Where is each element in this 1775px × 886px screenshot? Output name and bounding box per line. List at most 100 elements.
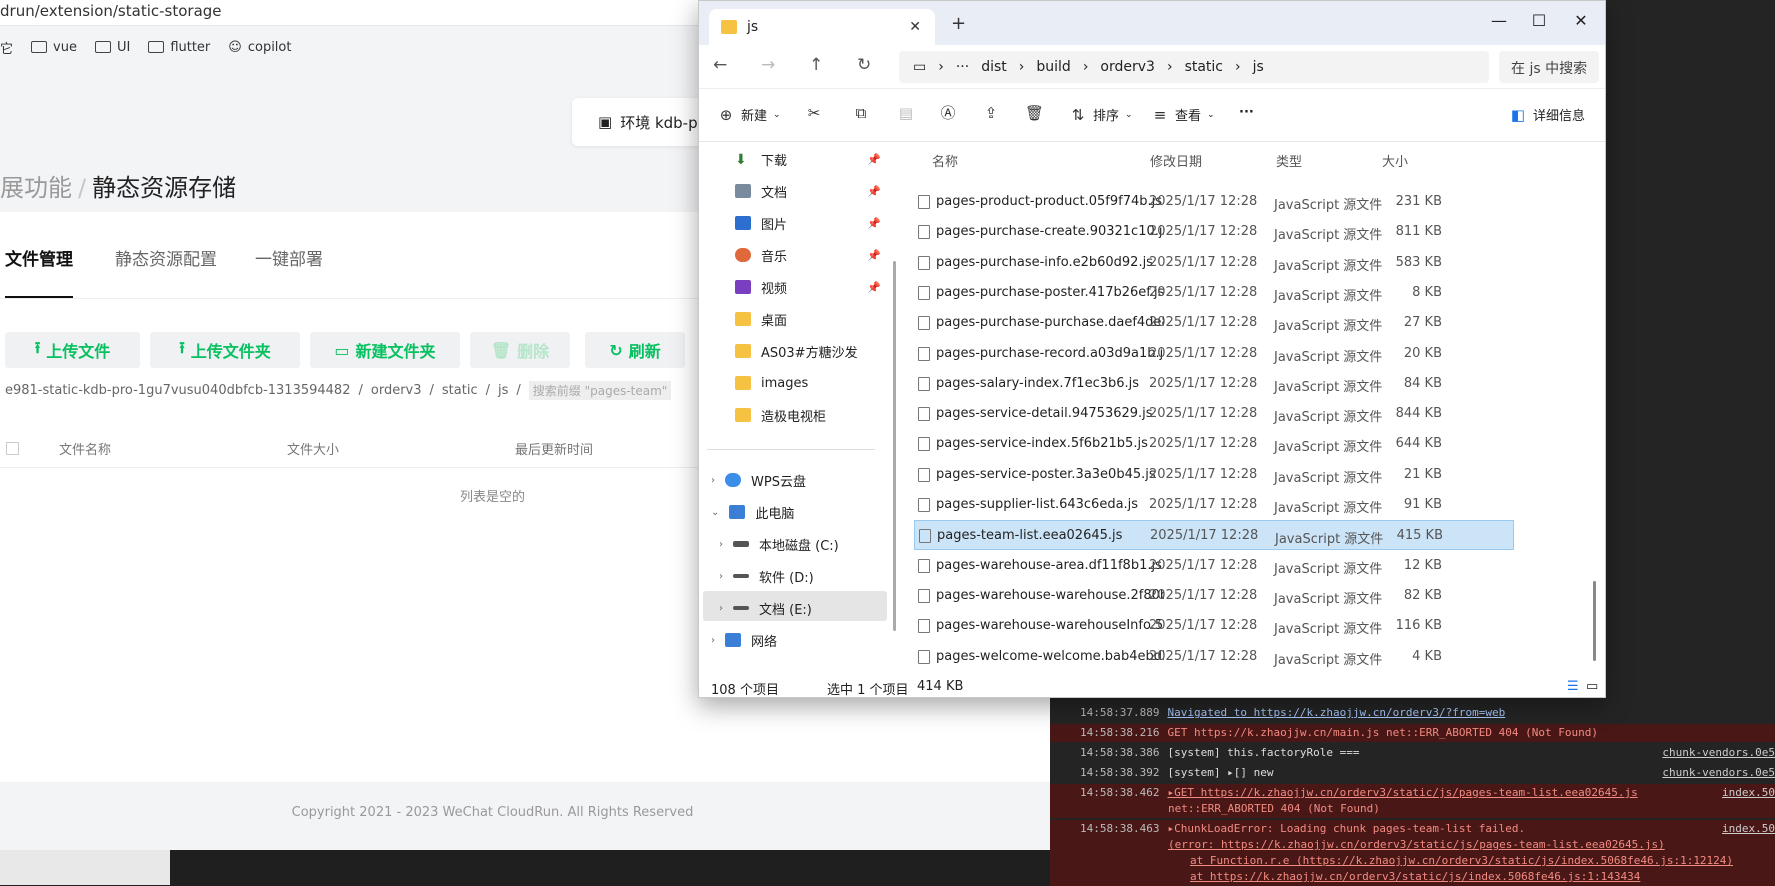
refresh-button[interactable]: ↻ 刷新 xyxy=(585,332,685,368)
new-button[interactable]: ⊕ 新建 ⌄ xyxy=(717,105,781,125)
upload-folder-button[interactable]: ⭱ 上传文件夹 xyxy=(150,332,300,368)
js-file-icon xyxy=(918,225,930,240)
nav-item-wps-cloud[interactable]: › WPS云盘 xyxy=(711,466,806,494)
back-icon[interactable]: ← xyxy=(713,55,727,75)
nav-item-documents[interactable]: 文档 📌 xyxy=(735,177,881,205)
view-button[interactable]: ≡ 查看 ⌄ xyxy=(1151,105,1215,125)
forward-icon[interactable]: → xyxy=(761,55,775,75)
prefix-search-input[interactable]: 搜索前缀 "pages-team" xyxy=(528,381,672,400)
download-icon: ⬇ xyxy=(735,152,747,168)
nav-item-this-pc[interactable]: ⌄ 此电脑 xyxy=(711,498,794,526)
tab-static-config[interactable]: 静态资源配置 xyxy=(115,245,217,270)
nav-item-music[interactable]: 音乐 📌 xyxy=(735,241,881,269)
file-row[interactable]: pages-purchase-record.a03d9a1b.js 2025/1/… xyxy=(914,339,1514,369)
file-row[interactable]: pages-product-product.05f9f74b.js 2025/1/… xyxy=(914,187,1514,217)
column-name[interactable]: 名称 xyxy=(932,151,958,170)
file-row[interactable]: pages-welcome-welcome.bab4ebd5.js 2025/1/… xyxy=(914,642,1514,672)
delete-button[interactable]: 🗑 删除 xyxy=(470,332,570,368)
maximize-button[interactable]: ☐ xyxy=(1519,7,1559,33)
crumb-build[interactable]: build xyxy=(1036,59,1070,75)
nav-item-drive-c[interactable]: › 本地磁盘 (C:) xyxy=(719,530,839,558)
rename-icon[interactable]: Ⓐ xyxy=(939,105,957,121)
details-view-icon[interactable]: ☰ xyxy=(1567,679,1579,694)
file-row[interactable]: pages-team-list.eea02645.js 2025/1/17 12:… xyxy=(914,520,1514,551)
path-orderv3[interactable]: orderv3 xyxy=(371,383,422,398)
bookmark-flutter[interactable]: flutter xyxy=(148,40,210,55)
file-row[interactable]: pages-warehouse-warehouseInfo.53... 2025/… xyxy=(914,611,1514,641)
select-all-checkbox[interactable] xyxy=(6,442,19,455)
file-row[interactable]: pages-service-poster.3a3e0b45.js 2025/1/1… xyxy=(914,460,1514,490)
nav-scrollbar[interactable] xyxy=(893,261,896,631)
bookmark-0[interactable]: 它 xyxy=(0,38,13,57)
file-row[interactable]: pages-warehouse-area.df11f8b1.js 2025/1/1… xyxy=(914,551,1514,581)
new-folder-button[interactable]: ▭ 新建文件夹 xyxy=(310,332,460,368)
nav-item-videos[interactable]: 视频 📌 xyxy=(735,273,881,301)
console-line: 14:58:37.889 Navigated to https://k.zhaoj… xyxy=(1080,706,1506,719)
up-icon[interactable]: ↑ xyxy=(809,55,823,75)
share-icon[interactable]: ⇪ xyxy=(982,105,1000,121)
column-date[interactable]: 修改日期 xyxy=(1150,151,1202,170)
url-text[interactable]: drun/extension/static-storage xyxy=(0,2,222,20)
trash-icon: 🗑 xyxy=(490,340,512,360)
file-row[interactable]: pages-purchase-create.90321c10.js 2025/1/… xyxy=(914,217,1514,247)
nav-item-downloads[interactable]: ⬇ 下载 📌 xyxy=(735,145,881,173)
explorer-search-input[interactable]: 在 js 中搜索 xyxy=(1499,51,1599,83)
path-js[interactable]: js xyxy=(498,383,508,398)
crumb-dist[interactable]: dist xyxy=(981,59,1007,75)
nav-item-drive-e[interactable]: › 文档 (E:) xyxy=(719,594,812,622)
bookmark-vue[interactable]: vue xyxy=(31,40,77,55)
path-static[interactable]: static xyxy=(442,383,478,398)
view-icon: ≡ xyxy=(1153,105,1167,124)
more-button[interactable]: ··· xyxy=(1239,105,1254,120)
tab-deploy[interactable]: 一键部署 xyxy=(255,245,323,270)
nav-item-tv-cabinet[interactable]: 造极电视柜 xyxy=(735,401,826,429)
sort-button[interactable]: ⇅ 排序 ⌄ xyxy=(1069,105,1133,125)
breadcrumb-parent[interactable]: 展功能 xyxy=(0,174,72,202)
server-icon: ▣ xyxy=(598,113,613,131)
nav-item-pictures[interactable]: 图片 📌 xyxy=(735,209,881,237)
new-tab-icon[interactable]: + xyxy=(951,13,966,34)
bookmark-copilot[interactable]: ☺ copilot xyxy=(228,40,291,55)
crumb-static[interactable]: static xyxy=(1185,59,1223,75)
explorer-address-bar[interactable]: ▭ › ··· dist › build › orderv3 › static › js xyxy=(899,51,1489,83)
nav-item-desktop[interactable]: 桌面 xyxy=(735,305,787,333)
file-row[interactable]: pages-purchase-info.e2b60d92.js 2025/1/17… xyxy=(914,248,1514,278)
bookmark-ui[interactable]: UI xyxy=(94,40,130,55)
tiles-view-icon[interactable]: ▭ xyxy=(1586,679,1598,694)
file-type: JavaScript 源文件 xyxy=(1274,288,1383,304)
details-button[interactable]: ◧ 详细信息 xyxy=(1509,105,1585,125)
file-row[interactable]: pages-service-detail.94753629.js 2025/1/1… xyxy=(914,399,1514,429)
nav-item-images[interactable]: images xyxy=(735,369,808,397)
minimize-button[interactable]: — xyxy=(1479,7,1519,33)
file-date: 2025/1/17 12:28 xyxy=(1149,315,1258,331)
file-row[interactable]: pages-warehouse-warehouse.2f80b2... 2025/… xyxy=(914,581,1514,611)
close-window-button[interactable]: ✕ xyxy=(1561,7,1601,33)
refresh-icon[interactable]: ↻ xyxy=(857,55,871,75)
file-row[interactable]: pages-salary-index.7f1ec3b6.js 2025/1/17 … xyxy=(914,369,1514,399)
file-row[interactable]: pages-service-index.5f6b21b5.js 2025/1/17… xyxy=(914,429,1514,459)
close-tab-icon[interactable]: ✕ xyxy=(909,19,921,35)
file-row[interactable]: pages-purchase-purchase.daef4de8.js 2025/… xyxy=(914,308,1514,338)
video-icon xyxy=(735,280,751,294)
js-file-icon xyxy=(918,588,930,603)
nav-item-as03[interactable]: AS03#方糖沙发 xyxy=(735,337,858,365)
file-size: 8 KB xyxy=(1412,284,1442,300)
crumb-js[interactable]: js xyxy=(1253,59,1264,75)
path-bucket[interactable]: e981-static-kdb-pro-1gu7vusu040dbfcb-131… xyxy=(5,383,350,398)
nav-item-drive-d[interactable]: › 软件 (D:) xyxy=(719,562,814,590)
cut-icon[interactable]: ✂ xyxy=(805,105,823,121)
paste-icon[interactable]: ▤ xyxy=(897,105,915,121)
column-type[interactable]: 类型 xyxy=(1276,151,1302,170)
file-list-scrollbar[interactable] xyxy=(1593,581,1596,661)
column-size[interactable]: 大小 xyxy=(1382,151,1408,170)
copy-icon[interactable]: ⧉ xyxy=(852,105,870,121)
file-row[interactable]: pages-supplier-list.643c6eda.js 2025/1/17… xyxy=(914,490,1514,520)
upload-file-button[interactable]: ⭱ 上传文件 xyxy=(5,332,140,368)
file-row[interactable]: pages-purchase-poster.417b26ef.js 2025/1/… xyxy=(914,278,1514,308)
tab-file-management[interactable]: 文件管理 xyxy=(5,245,73,270)
delete-icon[interactable]: 🗑 xyxy=(1025,105,1044,121)
nav-item-network[interactable]: › 网络 xyxy=(711,626,777,654)
explorer-tab[interactable]: js ✕ xyxy=(709,9,935,45)
file-type: JavaScript 源文件 xyxy=(1274,470,1383,486)
crumb-orderv3[interactable]: orderv3 xyxy=(1100,59,1155,75)
